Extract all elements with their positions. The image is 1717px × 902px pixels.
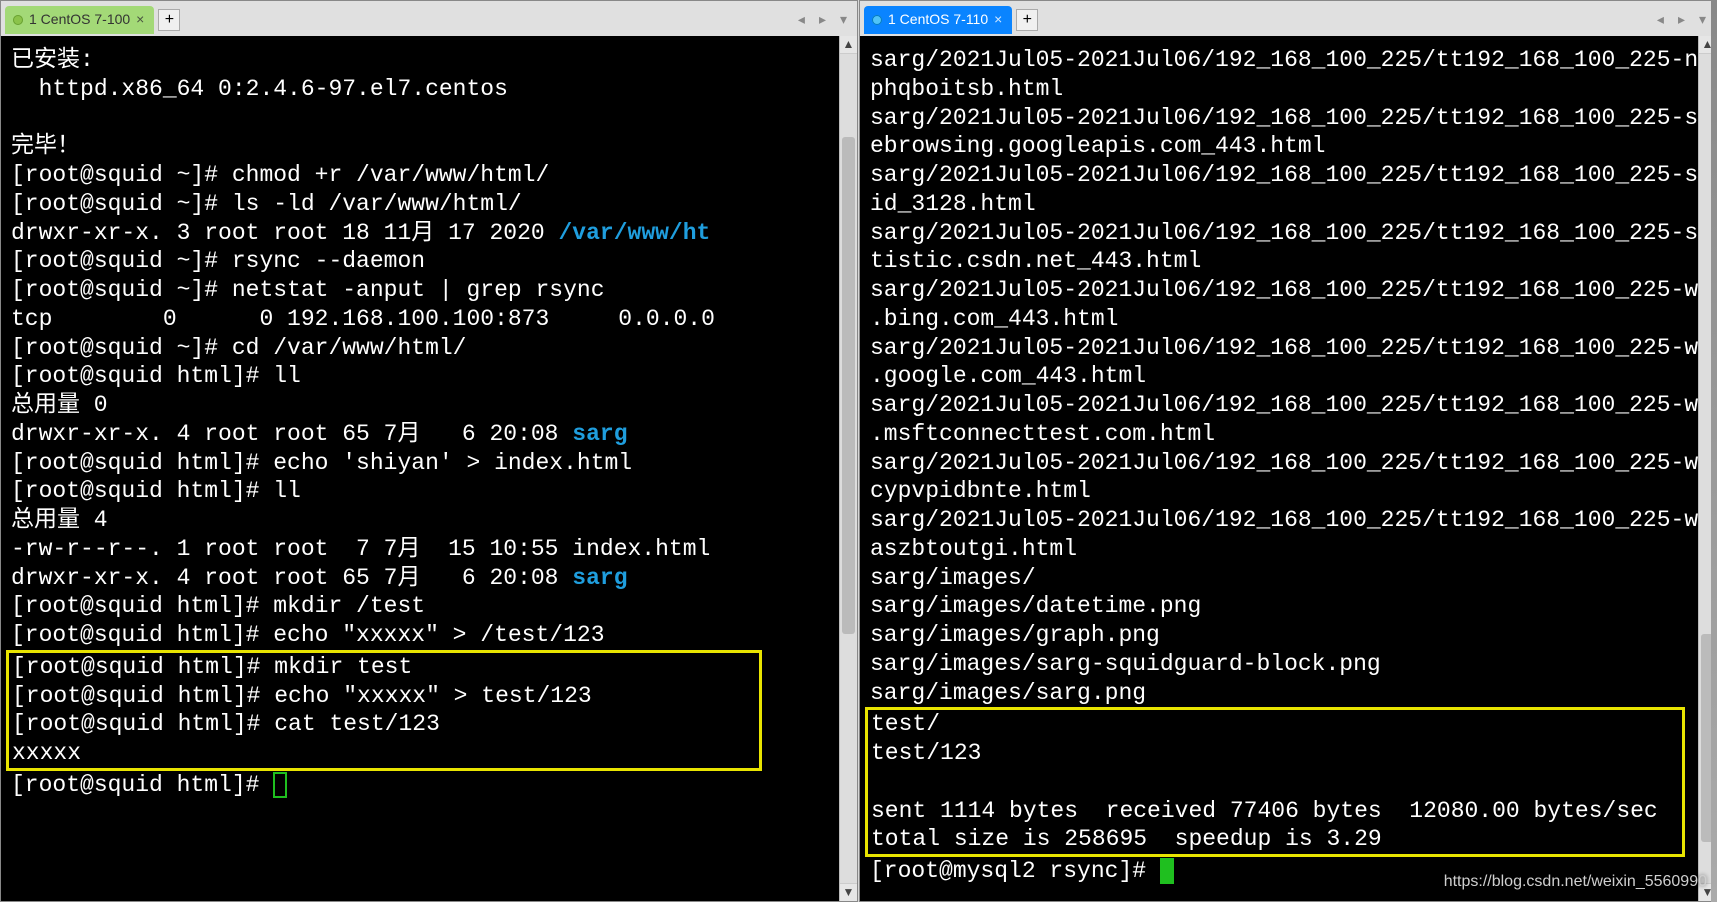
chevron-left-icon[interactable]: ◂: [1651, 9, 1670, 31]
tabbar-right: 1 CentOS 7-110 × + ◂ ▸ ▾: [860, 1, 1716, 36]
chevron-right-icon[interactable]: ▸: [1672, 9, 1691, 31]
left-pane: 1 CentOS 7-100 × + ◂ ▸ ▾ 已安装: httpd.x86_…: [0, 0, 858, 902]
status-dot-icon: [872, 15, 882, 25]
tab-label: 1 CentOS 7-100: [29, 11, 130, 29]
tabbar-left: 1 CentOS 7-100 × + ◂ ▸ ▾: [1, 1, 857, 36]
right-pane: 1 CentOS 7-110 × + ◂ ▸ ▾ sarg/2021Jul05-…: [859, 0, 1717, 902]
prompt-right: [root@mysql2 rsync]#: [870, 858, 1160, 884]
tab-label: 1 CentOS 7-110: [888, 11, 988, 29]
terminal-left[interactable]: 已安装: httpd.x86_64 0:2.4.6-97.el7.centos完…: [1, 36, 857, 901]
terminal-output-left: 已安装: httpd.x86_64 0:2.4.6-97.el7.centos完…: [11, 46, 847, 650]
tab-centos-100[interactable]: 1 CentOS 7-100 ×: [5, 6, 154, 34]
close-icon[interactable]: ×: [136, 11, 144, 29]
edge-strip: [1711, 0, 1717, 902]
scroll-thumb[interactable]: [842, 137, 855, 634]
add-tab-button[interactable]: +: [1016, 9, 1038, 31]
dropdown-icon[interactable]: ▾: [1693, 9, 1712, 31]
highlight-box-left: [root@squid html]# mkdir test[root@squid…: [6, 650, 762, 771]
tab-nav: ◂ ▸ ▾: [1651, 9, 1712, 31]
add-tab-button[interactable]: +: [158, 9, 180, 31]
tab-centos-110[interactable]: 1 CentOS 7-110 ×: [864, 6, 1012, 34]
chevron-left-icon[interactable]: ◂: [792, 9, 811, 31]
scroll-track[interactable]: [840, 54, 857, 883]
tab-nav: ◂ ▸ ▾: [792, 9, 853, 31]
close-icon[interactable]: ×: [994, 11, 1002, 29]
cursor-icon: [1160, 858, 1174, 884]
highlight-box-right: test/test/123sent 1114 bytes received 77…: [865, 707, 1685, 857]
scroll-up-icon[interactable]: ▲: [840, 36, 857, 54]
status-dot-icon: [13, 15, 23, 25]
terminal-right[interactable]: sarg/2021Jul05-2021Jul06/192_168_100_225…: [860, 36, 1716, 901]
cursor-icon: [273, 772, 287, 798]
dropdown-icon[interactable]: ▾: [834, 9, 853, 31]
scroll-down-icon[interactable]: ▼: [840, 883, 857, 901]
scrollbar-left[interactable]: ▲ ▼: [839, 36, 857, 901]
terminal-output-right: sarg/2021Jul05-2021Jul06/192_168_100_225…: [870, 46, 1706, 707]
chevron-right-icon[interactable]: ▸: [813, 9, 832, 31]
prompt-left: [root@squid html]#: [11, 772, 273, 798]
